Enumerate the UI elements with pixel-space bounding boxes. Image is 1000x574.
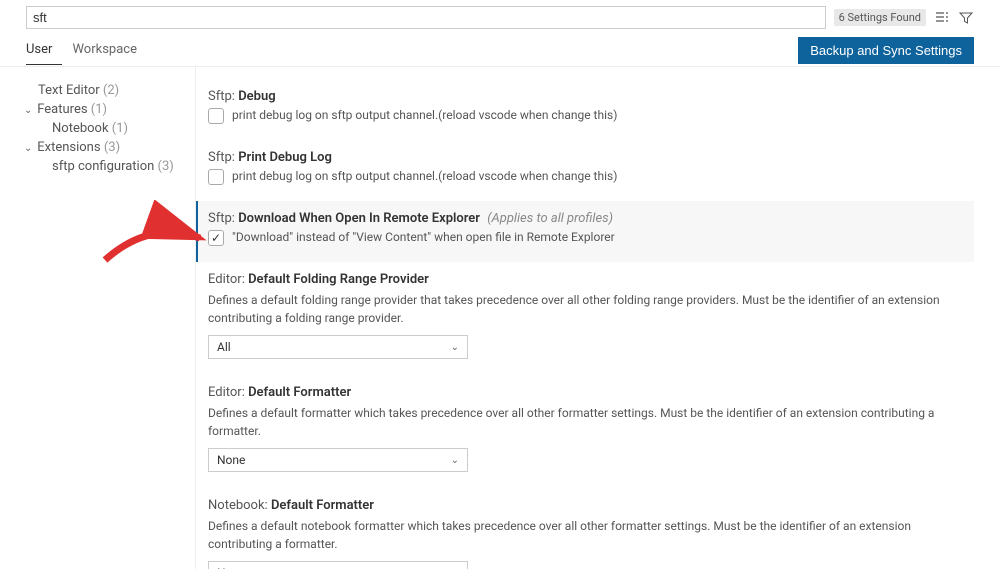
settings-found-badge: 6 Settings Found <box>834 9 926 26</box>
setting-sftp-download: Sftp: Download When Open In Remote Explo… <box>196 201 974 262</box>
checkbox-sftp-print-debug-log[interactable] <box>208 169 224 185</box>
setting-desc: Defines a default notebook formatter whi… <box>208 517 974 553</box>
checkbox-sftp-debug[interactable] <box>208 108 224 124</box>
settings-main: Sftp: Debug print debug log on sftp outp… <box>196 67 1000 569</box>
tab-workspace[interactable]: Workspace <box>72 36 147 65</box>
settings-search-input[interactable] <box>26 6 826 29</box>
sidebar-item-sftp-config[interactable]: sftp configuration (3) <box>52 157 195 176</box>
setting-sftp-print-debug-log: Sftp: Print Debug Log print debug log on… <box>208 140 974 201</box>
tabs-row: User Workspace Backup and Sync Settings <box>0 35 1000 67</box>
content: Text Editor (2) ⌄ Features (1) Notebook … <box>0 67 1000 569</box>
chevron-down-icon: ⌄ <box>451 568 459 570</box>
chevron-down-icon: ⌄ <box>24 105 34 116</box>
sidebar-item-features[interactable]: ⌄ Features (1) <box>24 100 195 119</box>
sidebar-item-text-editor[interactable]: Text Editor (2) <box>38 81 195 100</box>
chevron-down-icon: ⌄ <box>451 455 459 466</box>
chevron-down-icon: ⌄ <box>451 342 459 353</box>
tab-user[interactable]: User <box>26 36 62 65</box>
setting-desc: print debug log on sftp output channel.(… <box>232 108 617 122</box>
top-bar: 6 Settings Found <box>0 0 1000 35</box>
backup-sync-button[interactable]: Backup and Sync Settings <box>798 37 974 64</box>
settings-list-icon[interactable] <box>934 10 950 26</box>
setting-editor-formatter: Editor: Default Formatter Defines a defa… <box>208 375 974 488</box>
setting-desc: Defines a default formatter which takes … <box>208 404 974 440</box>
setting-editor-folding: Editor: Default Folding Range Provider D… <box>208 262 974 375</box>
setting-desc: Defines a default folding range provider… <box>208 291 974 327</box>
setting-sftp-debug: Sftp: Debug print debug log on sftp outp… <box>208 79 974 140</box>
sidebar-item-notebook[interactable]: Notebook (1) <box>52 119 195 138</box>
select-formatter[interactable]: None ⌄ <box>208 448 468 472</box>
select-nb-formatter[interactable]: None ⌄ <box>208 561 468 569</box>
setting-desc: "Download" instead of "View Content" whe… <box>232 230 615 244</box>
chevron-down-icon: ⌄ <box>24 143 34 154</box>
setting-desc: print debug log on sftp output channel.(… <box>232 169 617 183</box>
checkbox-sftp-download[interactable] <box>208 230 224 246</box>
select-folding[interactable]: All ⌄ <box>208 335 468 359</box>
filter-icon[interactable] <box>958 10 974 26</box>
sidebar: Text Editor (2) ⌄ Features (1) Notebook … <box>0 67 196 569</box>
setting-notebook-formatter: Notebook: Default Formatter Defines a de… <box>208 488 974 569</box>
sidebar-item-extensions[interactable]: ⌄ Extensions (3) <box>24 138 195 157</box>
